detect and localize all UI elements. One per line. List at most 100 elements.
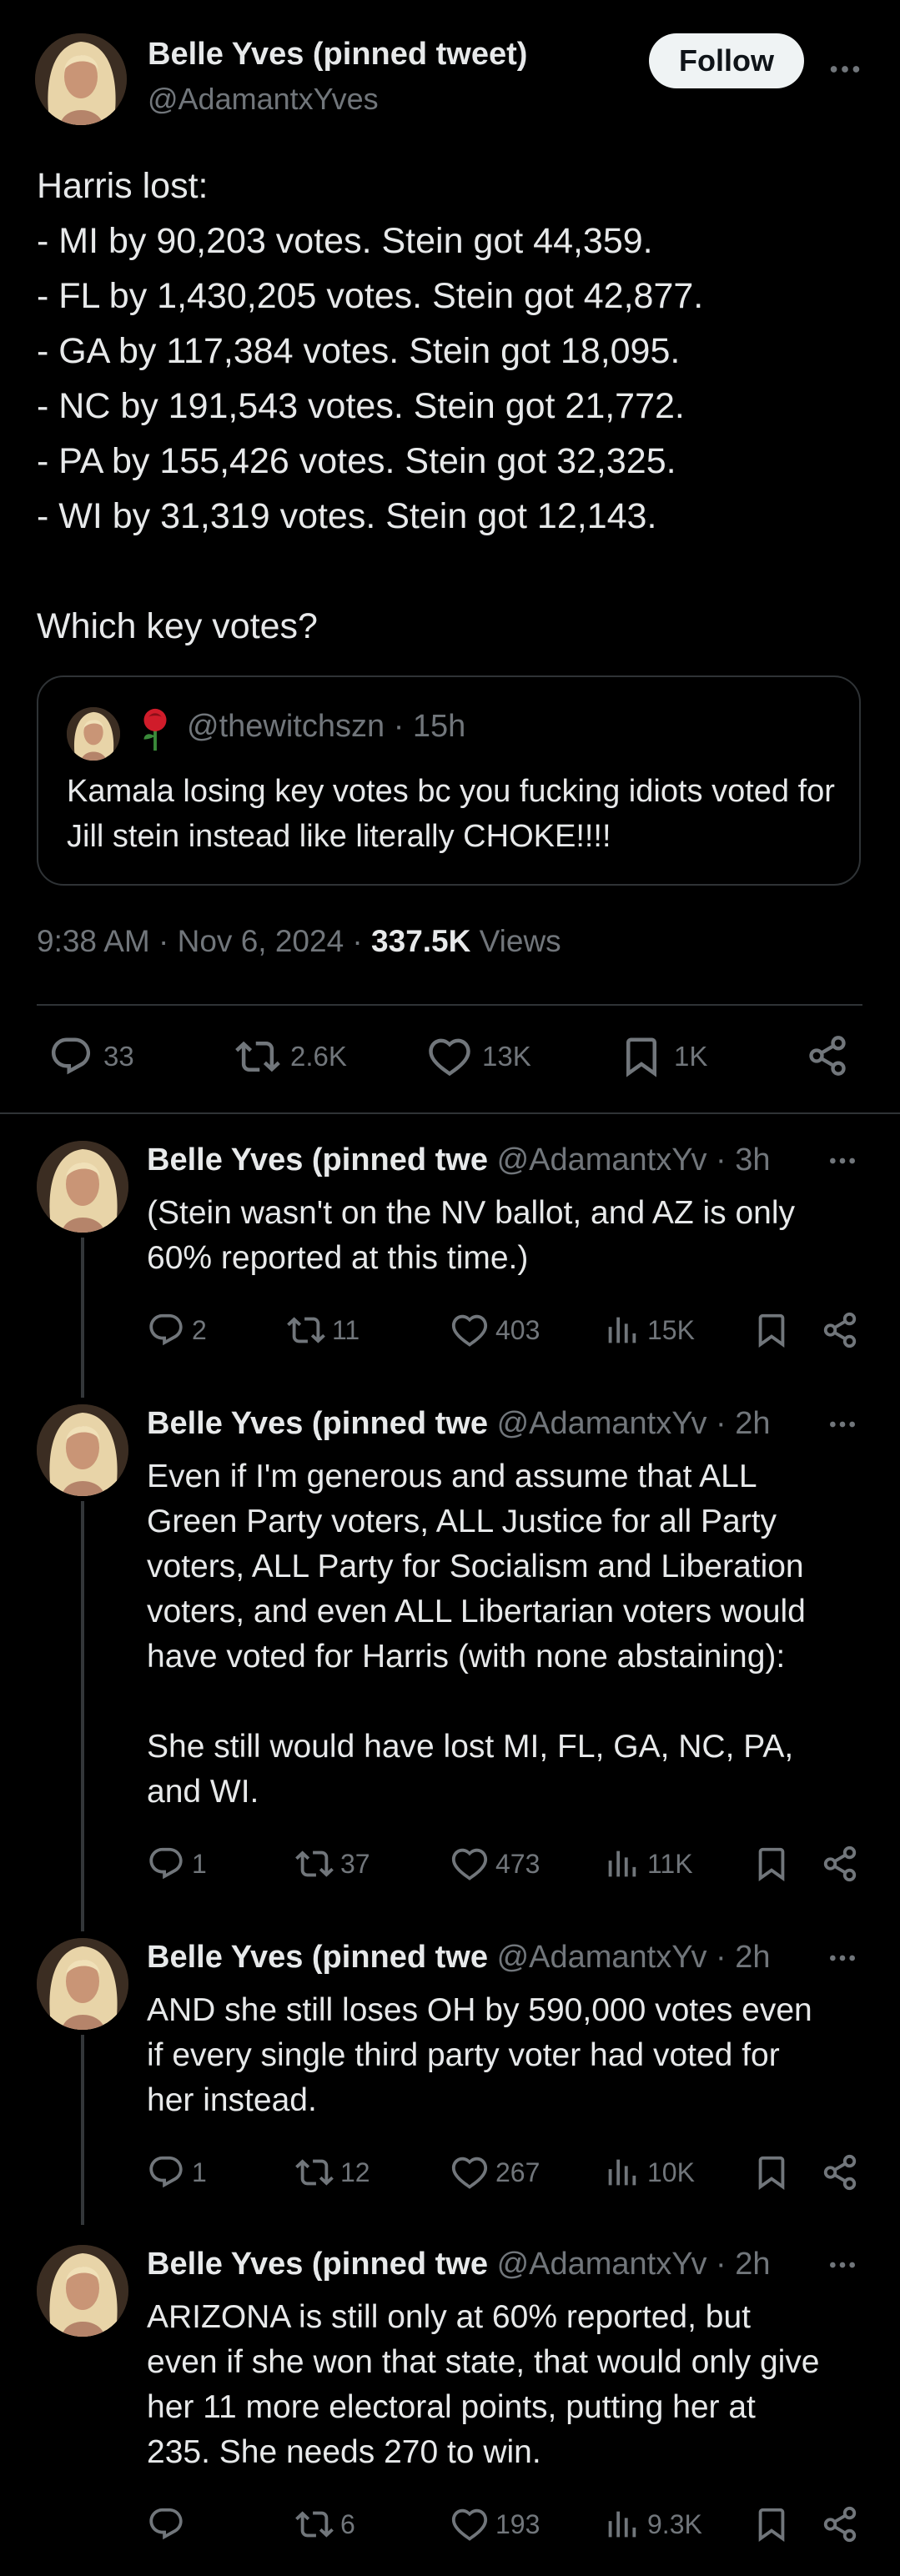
more-options-icon[interactable] (826, 2248, 859, 2282)
bookmark-button[interactable] (752, 1845, 791, 1883)
reply-count: 1 (192, 1848, 207, 1879)
reply-icon (48, 1034, 93, 1079)
share-button[interactable] (806, 1034, 849, 1077)
reply-author-name[interactable]: Belle Yves (pinned twe (147, 2247, 488, 2282)
reply-icon (147, 2505, 185, 2543)
views-count: 15K (647, 1314, 695, 1345)
more-options-icon[interactable] (826, 1408, 859, 1441)
heart-icon (450, 2153, 489, 2192)
quote-handle-time: @thewitchszn · 15h (187, 709, 465, 745)
views-count: 337.5K (371, 924, 471, 958)
reply-count: 1 (192, 2157, 207, 2187)
avatar-image (35, 33, 127, 125)
share-icon (821, 1311, 859, 1349)
reply-handle-time: @AdamantxYv · 2h (488, 2247, 771, 2282)
like-button[interactable]: 267 (450, 2153, 540, 2192)
like-count: 193 (495, 2508, 541, 2539)
reply-count: 33 (103, 1041, 134, 1072)
views-icon (602, 1845, 641, 1883)
quoted-tweet[interactable]: @thewitchszn · 15h Kamala losing key vot… (37, 675, 861, 886)
more-options-icon[interactable] (826, 1144, 859, 1178)
reply-text: AND she still loses OH by 590,000 votes … (147, 1992, 812, 2118)
reply-handle-time: @AdamantxYv · 2h (488, 1406, 771, 1441)
bookmark-icon (752, 2153, 791, 2192)
retweet-count: 6 (340, 2508, 355, 2539)
reply-text: Even if I'm generous and assume that ALL… (147, 1459, 806, 1810)
views-label: Views (470, 924, 561, 958)
reply-button[interactable] (147, 2505, 192, 2543)
share-button[interactable] (821, 1845, 859, 1883)
more-options-icon[interactable] (826, 1941, 859, 1975)
reply-icon (147, 1845, 185, 1883)
retweet-button[interactable]: 11 (287, 1311, 359, 1349)
rose-emoji-icon (137, 707, 173, 752)
avatar[interactable] (37, 1141, 128, 1233)
reply-author-name[interactable]: Belle Yves (pinned twe (147, 1142, 488, 1178)
views-icon (602, 2153, 641, 2192)
views-button[interactable]: 9.3K (602, 2505, 702, 2543)
views-icon (602, 1311, 641, 1349)
like-button[interactable]: 473 (450, 1845, 540, 1883)
retweet-icon (235, 1034, 280, 1079)
views-button[interactable]: 15K (602, 1311, 695, 1349)
reply-button[interactable]: 1 (147, 1845, 207, 1883)
retweet-icon (295, 1845, 334, 1883)
thread-line (81, 2035, 84, 2225)
bookmark-icon (752, 1311, 791, 1349)
share-icon (821, 1845, 859, 1883)
retweet-button[interactable]: 6 (295, 2505, 355, 2543)
retweet-button[interactable]: 12 (295, 2153, 370, 2192)
bookmark-button[interactable] (752, 2505, 791, 2543)
author-handle[interactable]: @AdamantxYves (148, 82, 379, 117)
share-icon (806, 1034, 849, 1077)
like-button[interactable]: 193 (450, 2505, 540, 2543)
like-button[interactable]: 403 (450, 1311, 540, 1349)
retweet-icon (287, 1311, 325, 1349)
bookmark-button[interactable] (752, 2153, 791, 2192)
tweet-timestamp[interactable]: 9:38 AM · Nov 6, 2024 · (37, 924, 371, 958)
retweet-icon (295, 2153, 334, 2192)
reply-count: 2 (192, 1314, 207, 1345)
retweet-count: 11 (332, 1314, 360, 1345)
retweet-count: 12 (340, 2157, 370, 2187)
follow-button[interactable]: Follow (649, 33, 804, 88)
reply-button[interactable]: 1 (147, 2153, 207, 2192)
retweet-button[interactable]: 2.6K (235, 1034, 347, 1079)
quote-text: Kamala losing key votes bc you fucking i… (67, 774, 835, 854)
reply-author-line: Belle Yves (pinned twe @AdamantxYv · 2h (147, 1406, 771, 1442)
author-name[interactable]: Belle Yves (pinned tweet) (148, 37, 527, 73)
retweet-button[interactable]: 37 (295, 1845, 370, 1883)
avatar[interactable] (37, 2245, 128, 2337)
more-options-icon[interactable] (826, 50, 864, 88)
like-count: 13K (482, 1041, 531, 1072)
reply-author-name[interactable]: Belle Yves (pinned twe (147, 1406, 488, 1441)
heart-icon (450, 1311, 489, 1349)
retweet-count: 37 (340, 1848, 370, 1879)
bookmark-button[interactable] (752, 1311, 791, 1349)
like-count: 473 (495, 1848, 541, 1879)
share-button[interactable] (821, 2505, 859, 2543)
reply-icon (147, 1311, 185, 1349)
share-button[interactable] (821, 1311, 859, 1349)
bookmark-count: 1K (674, 1041, 708, 1072)
like-button[interactable]: 13K (427, 1034, 531, 1079)
reply-button[interactable]: 2 (147, 1311, 207, 1349)
avatar[interactable] (35, 33, 127, 125)
reply-author-line: Belle Yves (pinned twe @AdamantxYv · 2h (147, 1940, 771, 1976)
reply-button[interactable]: 33 (48, 1034, 134, 1079)
thread-line (81, 1501, 84, 1931)
views-count: 10K (647, 2157, 695, 2187)
divider (37, 1004, 862, 1006)
reply-author-line: Belle Yves (pinned twe @AdamantxYv · 3h (147, 1142, 771, 1178)
avatar[interactable] (37, 1404, 128, 1496)
views-button[interactable]: 11K (602, 1845, 693, 1883)
like-count: 267 (495, 2157, 541, 2187)
avatar[interactable] (37, 1938, 128, 2030)
reply-author-name[interactable]: Belle Yves (pinned twe (147, 1940, 488, 1975)
bookmark-button[interactable]: 1K (619, 1034, 707, 1079)
views-button[interactable]: 10K (602, 2153, 695, 2192)
reply-author-line: Belle Yves (pinned twe @AdamantxYv · 2h (147, 2247, 771, 2282)
quote-handle[interactable]: @thewitchszn (187, 709, 385, 744)
like-count: 403 (495, 1314, 541, 1345)
share-button[interactable] (821, 2153, 859, 2192)
